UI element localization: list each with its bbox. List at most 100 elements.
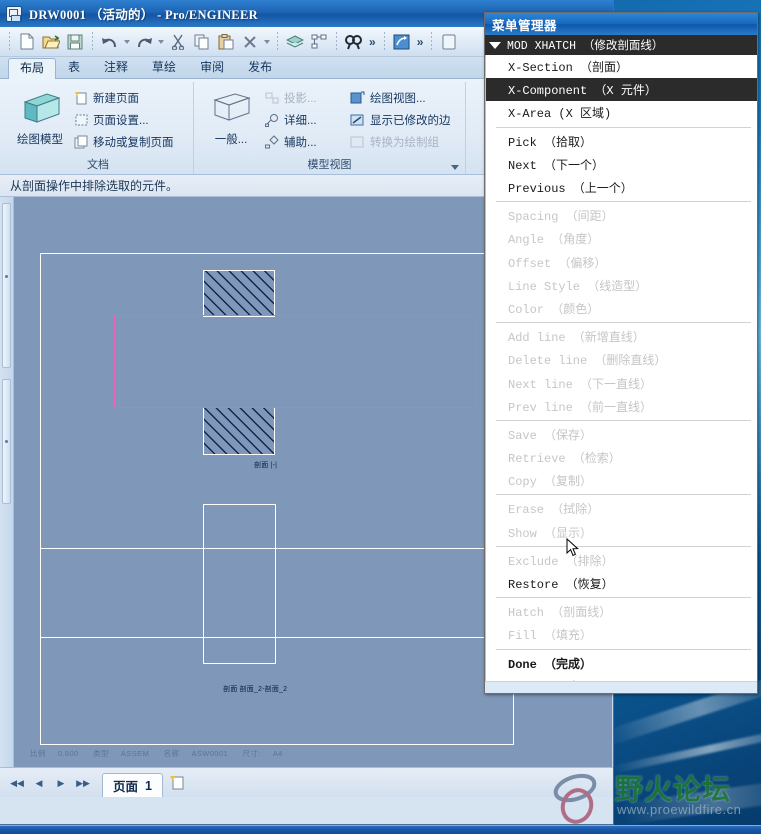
group-label-model-view: 模型视图 — [307, 159, 352, 171]
menu-item-done[interactable]: Done （完成） — [486, 652, 757, 675]
page-tab-bar: ◀◀ ◀ ▶ ▶▶ 页面 1 — [0, 767, 613, 797]
page-setup-button[interactable]: 页面设置... — [72, 109, 174, 131]
hatch-fill-top — [204, 271, 274, 316]
type-value: ASSEM — [120, 749, 150, 758]
menu-item-spacing: Spacing （间距） — [508, 210, 614, 225]
tab-布局[interactable]: 布局 — [8, 58, 57, 79]
find-icon[interactable] — [343, 31, 365, 53]
show-modified-edges-button[interactable]: 显示已修改的边 — [349, 109, 451, 131]
collapse-caret-icon[interactable] — [489, 41, 501, 49]
move-copy-sheet-button[interactable]: 移动或复制页面 — [72, 131, 174, 153]
paste-icon[interactable] — [215, 31, 237, 53]
page-setup-label: 页面设置... — [93, 115, 149, 127]
general-view-button[interactable]: 一般... — [199, 84, 263, 147]
page-tab-1[interactable]: 页面 1 — [102, 773, 163, 797]
menu-item-pick[interactable]: Pick （拾取） — [486, 130, 757, 153]
menu-divider-3 — [496, 322, 751, 324]
hatch-fill-bottom — [204, 408, 274, 454]
new-sheet-button[interactable]: 新建页面 — [72, 87, 174, 109]
toolbar-overflow-icon[interactable]: » — [366, 35, 379, 49]
repaint-icon[interactable] — [391, 31, 413, 53]
tab-发布[interactable]: 发布 — [236, 57, 284, 78]
menu-item-line-style: Line Style （线造型） — [508, 279, 648, 294]
undo-dropdown-icon[interactable] — [122, 31, 132, 53]
watermark-url: www.proewildfire.cn — [617, 802, 742, 817]
tab-草绘[interactable]: 草绘 — [140, 57, 188, 78]
new-sheet-icon — [72, 90, 90, 106]
menu-item-x-section[interactable]: X-Section （剖面） — [486, 55, 757, 78]
drawing-model-icon — [23, 93, 61, 123]
toolbar-separator-6 — [431, 31, 433, 52]
open-file-icon[interactable] — [40, 31, 62, 53]
new-page-button[interactable] — [163, 773, 193, 797]
last-page-button[interactable]: ▶▶ — [72, 771, 94, 795]
group-label-document: 文档 — [87, 159, 109, 171]
new-page-icon — [169, 775, 187, 796]
document-commands: 新建页面 页面设置... 移动或复制页面 — [72, 84, 174, 153]
scrollbar-dot-upper — [5, 275, 8, 278]
toolbar-overflow-icon-2[interactable]: » — [414, 35, 427, 49]
toolbar-separator-3 — [277, 31, 278, 52]
move-copy-sheet-icon — [72, 134, 90, 150]
toolbar-separator-5 — [383, 31, 385, 52]
menu-item-exclude: Exclude （排除） — [508, 554, 614, 569]
tab-注释[interactable]: 注释 — [92, 57, 140, 78]
convert-to-draft-group-button: 转换为绘制组 — [349, 131, 451, 153]
cut-icon[interactable] — [167, 31, 189, 53]
copy-icon[interactable] — [191, 31, 213, 53]
menu-item-x-component[interactable]: X-Component （X 元件） — [486, 78, 757, 102]
sheet-status-line: 比例 0.800 类型 ASSEM 名称 ASW0001 尺寸: A4 — [30, 748, 295, 759]
size-value: A4 — [272, 749, 283, 758]
menu-item-copy: Copy （复制） — [508, 475, 593, 490]
auxiliary-view-button[interactable]: 辅助... — [263, 131, 349, 153]
menu-item-show: Show （显示） — [508, 526, 593, 541]
hatch-region-bottom[interactable] — [203, 407, 275, 455]
tab-审阅[interactable]: 审阅 — [188, 57, 236, 78]
menu-item-hatch: Hatch （剖面线） — [508, 606, 612, 621]
save-icon[interactable] — [64, 31, 86, 53]
next-page-button[interactable]: ▶ — [50, 771, 72, 795]
page-tab-number: 1 — [145, 778, 152, 793]
hatch-region-top[interactable] — [203, 270, 275, 317]
menu-manager-header[interactable]: MOD XHATCH （修改剖面线） — [485, 35, 757, 55]
menu-item-previous[interactable]: Previous （上一个） — [486, 176, 757, 199]
first-page-button[interactable]: ◀◀ — [6, 771, 28, 795]
projection-view-icon — [263, 90, 281, 106]
menu-item-retrieve: Retrieve （检索） — [508, 452, 621, 467]
general-view-icon — [213, 93, 251, 121]
menu-divider-6 — [496, 545, 751, 547]
model-tree-icon[interactable] — [308, 31, 330, 53]
move-copy-sheet-label: 移动或复制页面 — [93, 137, 174, 149]
tab-表[interactable]: 表 — [56, 57, 92, 78]
new-file-icon[interactable] — [16, 31, 38, 53]
drawing-view-button[interactable]: 绘图视图... — [349, 87, 451, 109]
convert-to-draft-group-label: 转换为绘制组 — [370, 137, 439, 149]
delete-icon[interactable] — [239, 31, 261, 53]
menu-item-restore[interactable]: Restore （恢复） — [486, 572, 757, 595]
layers-icon[interactable] — [284, 31, 306, 53]
prev-page-button[interactable]: ◀ — [28, 771, 50, 795]
redo-dropdown-icon[interactable] — [156, 31, 166, 53]
detailed-view-button[interactable]: 详细... — [263, 109, 349, 131]
auxiliary-view-label: 辅助... — [284, 137, 317, 149]
scrollbar-thumb-upper[interactable] — [2, 203, 11, 368]
scale-label: 比例 — [30, 749, 46, 758]
sheet-setup-icon[interactable] — [438, 31, 460, 53]
forum-watermark: 野火论坛 www.proewildfire.cn — [545, 766, 761, 828]
scrollbar-dot-lower — [5, 440, 8, 443]
model-view-col2: 绘图视图... 显示已修改的边 转换为绘制组 — [349, 84, 451, 153]
menu-item-next-line: Next line （下一直线） — [508, 377, 653, 392]
redo-icon[interactable] — [133, 31, 155, 53]
delete-dropdown-icon[interactable] — [262, 31, 272, 53]
left-scrollbar[interactable] — [0, 197, 14, 767]
auxiliary-view-icon — [263, 134, 281, 150]
menu-manager-header-label: MOD XHATCH （修改剖面线） — [507, 40, 664, 53]
panel-expand-icon[interactable] — [451, 165, 459, 170]
menu-item-next[interactable]: Next （下一个） — [486, 153, 757, 176]
selected-component-region[interactable] — [114, 315, 476, 408]
model-view-col1: 投影... 详细... 辅助... — [263, 84, 349, 153]
undo-icon[interactable] — [99, 31, 121, 53]
general-view-label: 一般... — [214, 134, 248, 146]
drawing-model-button[interactable]: 绘图模型 — [8, 84, 72, 147]
menu-item-x-area[interactable]: X-Area (X 区域) — [486, 101, 757, 124]
